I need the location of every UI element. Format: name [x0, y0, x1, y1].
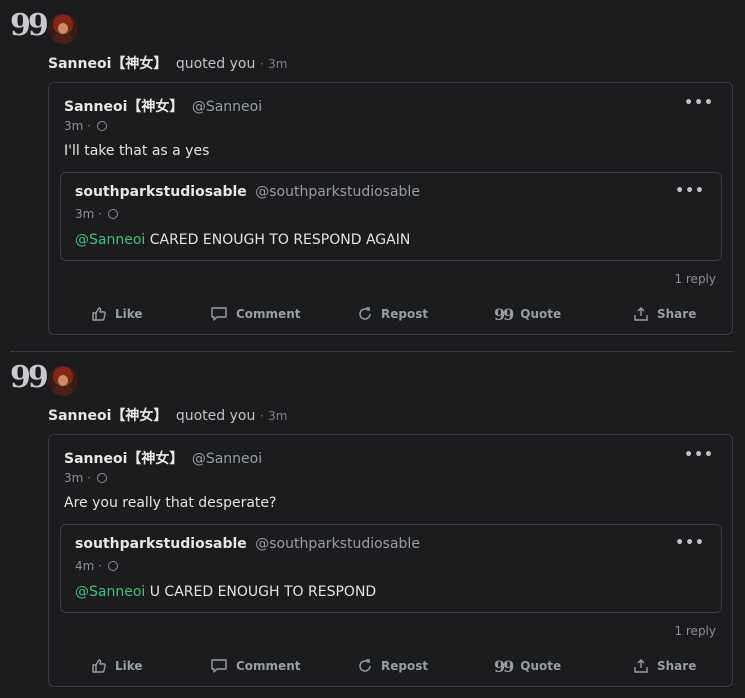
more-icon[interactable]: •••: [675, 536, 705, 550]
action-bar: Like Comment Repost 99 Quote Share: [49, 301, 734, 327]
quote-icon: 99: [494, 304, 514, 324]
reply-count[interactable]: 1 reply: [674, 624, 716, 638]
separator-dot: ·: [87, 119, 91, 133]
notification-headline: Sanneoi【神女】 quoted you · 3m: [48, 53, 287, 73]
globe-icon: [96, 473, 107, 483]
repost-label: Repost: [381, 307, 429, 321]
separator-dot: ·: [87, 471, 91, 485]
post-meta: 3m ·: [64, 119, 107, 133]
quoted-body: U CARED ENOUGH TO RESPOND: [145, 584, 377, 600]
post-author: Sanneoi【神女】 @Sanneoi: [64, 448, 262, 468]
quoted-body: CARED ENOUGH TO RESPOND AGAIN: [145, 232, 411, 248]
more-icon[interactable]: •••: [684, 96, 714, 110]
notification-action: quoted you: [175, 408, 256, 424]
avatar[interactable]: [48, 14, 78, 44]
actor-name[interactable]: Sanneoi【神女】: [48, 408, 167, 424]
repost-icon: [359, 307, 371, 320]
notification-time: 3m: [268, 409, 288, 423]
notification-time: 3m: [268, 57, 288, 71]
notification-action: quoted you: [175, 56, 256, 72]
share-label: Share: [657, 659, 697, 673]
repost-button[interactable]: Repost: [357, 301, 428, 327]
more-icon[interactable]: •••: [684, 448, 714, 462]
separator-dot: ·: [259, 57, 264, 71]
divider: [10, 351, 733, 352]
more-icon[interactable]: •••: [675, 184, 705, 198]
like-label: Like: [115, 659, 143, 673]
share-icon: [634, 659, 648, 673]
author-name[interactable]: southparkstudiosable: [75, 184, 247, 200]
share-icon: [634, 307, 648, 321]
post-author: Sanneoi【神女】 @Sanneoi: [64, 96, 262, 116]
comment-button[interactable]: Comment: [210, 653, 300, 679]
repost-label: Repost: [381, 659, 429, 673]
post-meta: 3m ·: [64, 471, 107, 485]
like-icon: [92, 307, 106, 321]
mention-link[interactable]: @Sanneoi: [75, 584, 145, 600]
action-bar: Like Comment Repost 99 Quote Share: [49, 653, 734, 679]
post-time: 4m: [75, 559, 95, 573]
like-button[interactable]: Like: [91, 653, 143, 679]
comment-icon: [211, 307, 227, 321]
quoted-text: @Sanneoi CARED ENOUGH TO RESPOND AGAIN: [75, 232, 410, 248]
quote-label: Quote: [520, 307, 562, 321]
globe-icon: [107, 561, 118, 571]
post-time: 3m: [64, 119, 84, 133]
quote-button[interactable]: 99 Quote: [494, 301, 561, 327]
quoted-text: @Sanneoi U CARED ENOUGH TO RESPOND: [75, 584, 376, 600]
quote-icon: 99: [10, 8, 49, 43]
quote-button[interactable]: 99 Quote: [494, 653, 561, 679]
author-name[interactable]: Sanneoi【神女】: [64, 99, 183, 115]
comment-icon: [211, 659, 227, 673]
comment-button[interactable]: Comment: [210, 301, 300, 327]
post-meta: 4m ·: [75, 559, 118, 573]
author-name[interactable]: Sanneoi【神女】: [64, 451, 183, 467]
reply-count[interactable]: 1 reply: [674, 272, 716, 286]
quote-icon: 99: [10, 360, 49, 395]
share-button[interactable]: Share: [633, 301, 696, 327]
like-button[interactable]: Like: [91, 301, 143, 327]
quoted-author: southparkstudiosable @southparkstudiosab…: [75, 184, 420, 200]
post-meta: 3m ·: [75, 207, 118, 221]
share-button[interactable]: Share: [633, 653, 696, 679]
mention-link[interactable]: @Sanneoi: [75, 232, 145, 248]
repost-icon: [359, 659, 371, 672]
post-time: 3m: [64, 471, 84, 485]
author-handle[interactable]: @southparkstudiosable: [255, 184, 420, 200]
author-name[interactable]: southparkstudiosable: [75, 536, 247, 552]
separator-dot: ·: [98, 559, 102, 573]
quote-icon: 99: [494, 656, 514, 676]
like-label: Like: [115, 307, 143, 321]
quoted-post[interactable]: southparkstudiosable @southparkstudiosab…: [60, 524, 722, 613]
comment-label: Comment: [236, 307, 301, 321]
separator-dot: ·: [259, 409, 264, 423]
author-handle[interactable]: @Sanneoi: [192, 451, 262, 467]
comment-label: Comment: [236, 659, 301, 673]
like-icon: [92, 659, 106, 673]
repost-button[interactable]: Repost: [357, 653, 428, 679]
author-handle[interactable]: @Sanneoi: [192, 99, 262, 115]
avatar[interactable]: [48, 366, 78, 396]
author-handle[interactable]: @southparkstudiosable: [255, 536, 420, 552]
post-time: 3m: [75, 207, 95, 221]
share-label: Share: [657, 307, 697, 321]
notification-headline: Sanneoi【神女】 quoted you · 3m: [48, 405, 287, 425]
quoted-post[interactable]: southparkstudiosable @southparkstudiosab…: [60, 172, 722, 261]
globe-icon: [107, 209, 118, 219]
separator-dot: ·: [98, 207, 102, 221]
post-card[interactable]: Sanneoi【神女】 @Sanneoi ••• 3m · Are you re…: [48, 434, 733, 687]
quoted-author: southparkstudiosable @southparkstudiosab…: [75, 536, 420, 552]
post-text: Are you really that desperate?: [64, 495, 277, 511]
quote-label: Quote: [520, 659, 562, 673]
post-text: I'll take that as a yes: [64, 143, 210, 159]
globe-icon: [96, 121, 107, 131]
actor-name[interactable]: Sanneoi【神女】: [48, 56, 167, 72]
post-card[interactable]: Sanneoi【神女】 @Sanneoi ••• 3m · I'll take …: [48, 82, 733, 335]
